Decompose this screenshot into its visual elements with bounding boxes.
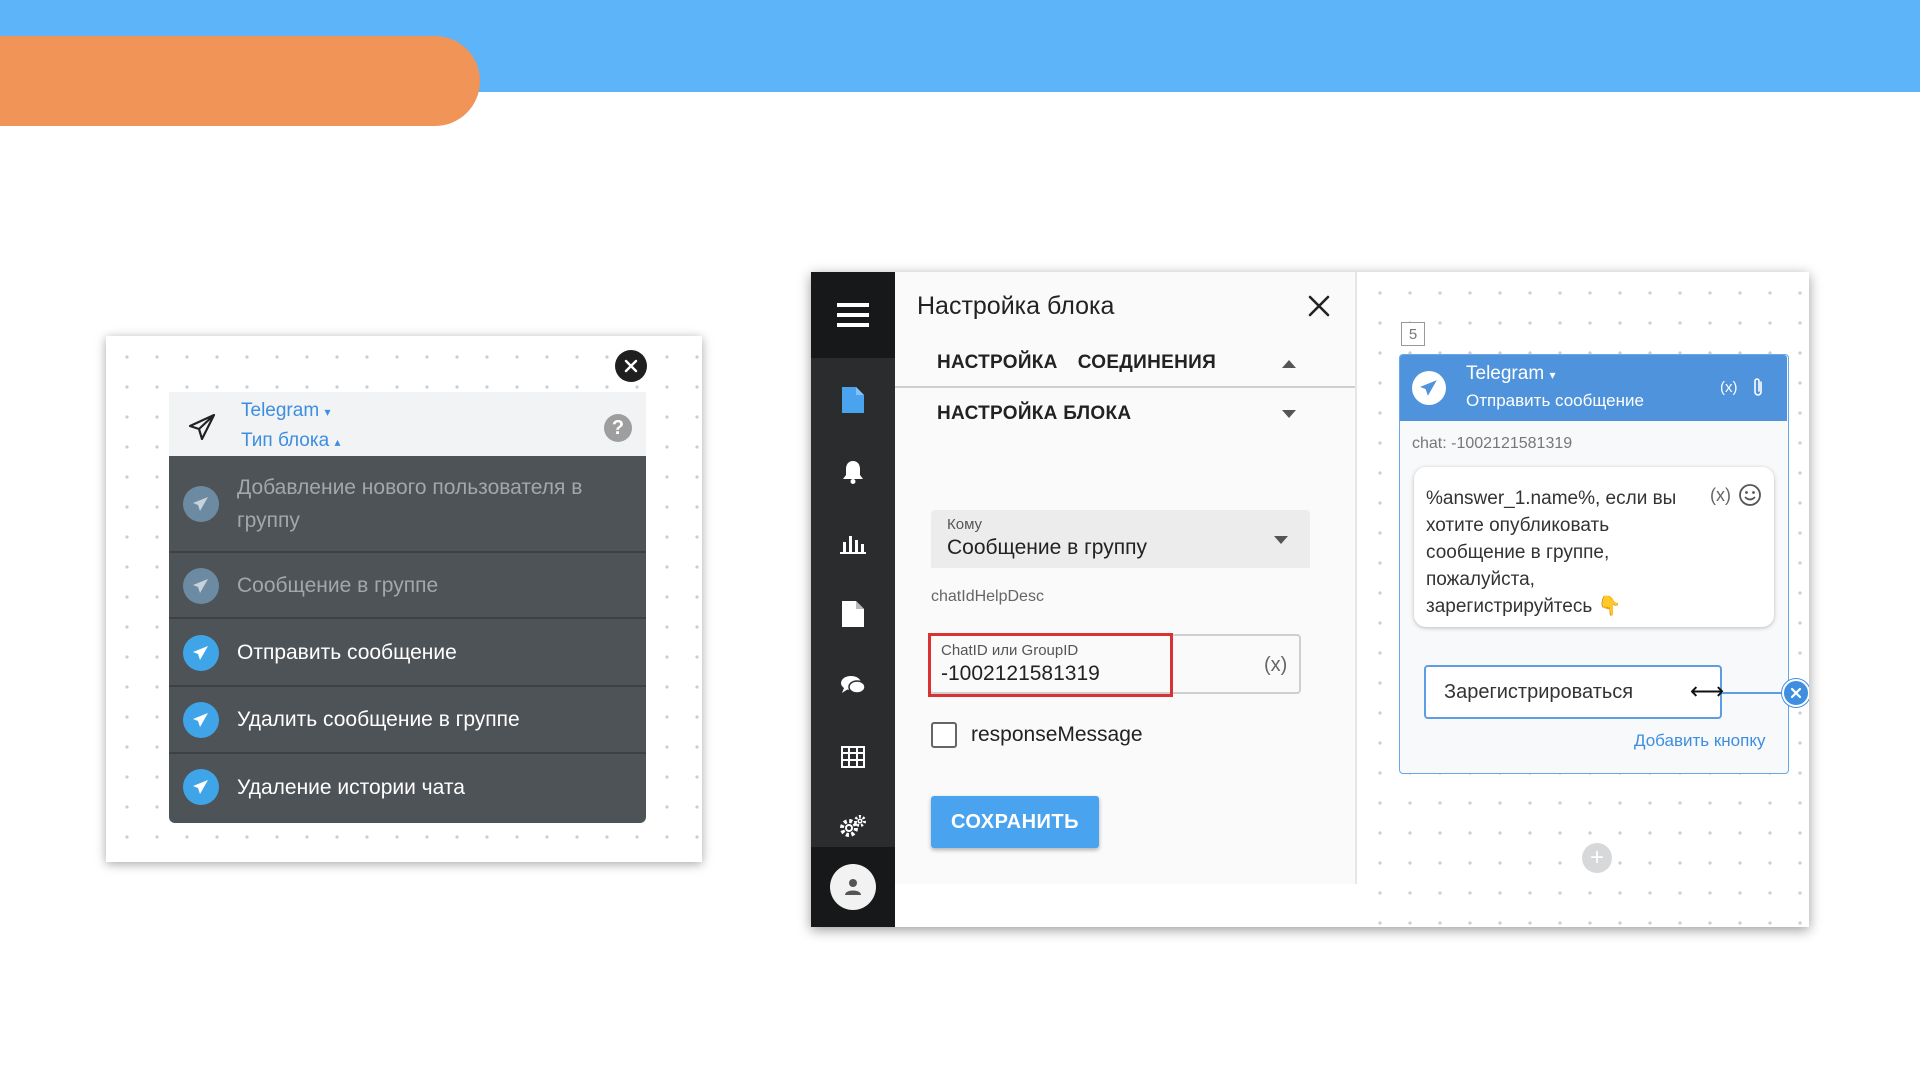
chat-id-field[interactable]: ChatID или GroupID -1002121581319 (x) [928,633,1301,697]
caret-down-icon: ▾ [324,405,331,419]
accordion-label-word2: СОЕДИНЕНИЯ [1077,352,1217,373]
node-number-badge: 5 [1401,322,1425,346]
node-channel-label: Telegram [1466,363,1545,384]
remove-button[interactable] [1782,679,1809,707]
side-rail [811,272,895,927]
rail-chat-button[interactable] [838,670,868,700]
menu-item-label: Сообщение в группе [237,573,439,597]
message-text: %answer_1.name%, если вы хотите опублико… [1426,488,1677,617]
recipient-select-label: Кому [947,516,983,533]
document-icon [842,387,864,413]
gear-icon [840,815,866,837]
app-window: Настройка блока НАСТРОЙКА СОЕДИНЕНИЯ НАСТ… [811,272,1809,927]
menu-item-delete-chat-history[interactable]: Удаление истории чата [169,754,646,821]
channel-dropdown[interactable]: Telegram ▾ [241,400,330,422]
panel-close-button[interactable] [1307,294,1335,322]
recipient-select-value: Сообщение в группу [947,536,1147,559]
plus-icon[interactable]: + [1582,843,1612,873]
close-icon [1790,687,1802,699]
chat-id-help-text: chatIdHelpDesc [931,588,1044,605]
caret-up-icon: ▴ [334,435,341,449]
node-variable-button[interactable]: (x) [1720,379,1738,396]
block-type-widget: Telegram ▾ Тип блока ▴ ? Добавление ново… [106,336,702,862]
telegram-icon [183,702,219,738]
flow-canvas[interactable]: 5 Telegram ▾ Отправить сообщение (x) cha… [1359,272,1809,927]
telegram-icon [183,769,219,805]
close-icon [1308,295,1330,317]
menu-item-label: Удалить сообщение в группе [237,708,520,731]
rail-file-button[interactable] [838,599,868,629]
menu-item-delete-group-message[interactable]: Удалить сообщение в группе [169,687,646,754]
menu-item-label: Добавление нового пользователя в группу [237,475,583,532]
rail-stats-button[interactable] [838,528,868,558]
rail-table-button[interactable] [838,742,868,772]
message-bubble[interactable]: %answer_1.name%, если вы хотите опублико… [1414,467,1774,627]
paperclip-icon[interactable] [1752,377,1764,402]
orange-title-tab [0,36,480,126]
block-type-label: Тип блока [241,430,330,451]
accordion-label-word1: НАСТРОЙКА [937,352,1058,373]
close-icon [624,359,638,373]
chat-id-field-label: ChatID или GroupID [941,642,1079,659]
emoji-icon[interactable] [1738,483,1762,507]
rail-bell-button[interactable] [838,457,868,487]
bar-chart-icon [840,536,866,554]
chevron-up-icon [1282,360,1296,368]
close-button[interactable] [615,350,647,382]
avatar[interactable] [830,864,876,910]
channel-label: Telegram [241,400,320,421]
chat-id-field-value: -1002121581319 [941,662,1100,685]
accordion-connection-settings[interactable]: НАСТРОЙКА СОЕДИНЕНИЯ [895,340,1355,388]
block-type-menu: Добавление нового пользователя в группу … [169,456,646,823]
rail-document-button[interactable] [838,385,868,415]
block-header: Telegram ▾ Тип блока ▴ ? [169,392,646,456]
chevron-down-icon [1282,410,1296,418]
menu-item-add-user[interactable]: Добавление нового пользователя в группу [169,456,646,553]
resize-cursor-icon: ⟷ [1690,678,1725,705]
menu-icon [837,303,869,327]
paper-plane-icon [188,413,216,441]
response-message-option: responseMessage [931,720,1143,750]
node-action-label: Отправить сообщение [1466,391,1644,410]
telegram-node[interactable]: Telegram ▾ Отправить сообщение (x) chat:… [1399,354,1809,873]
panel-title: Настройка блока [917,292,1115,320]
save-button[interactable]: СОХРАНИТЬ [931,796,1099,848]
block-type-dropdown[interactable]: Тип блока ▴ [241,430,340,452]
user-icon [845,879,861,895]
chat-meta-text: chat: -1002121581319 [1412,435,1573,452]
telegram-icon [183,635,219,671]
accordion-label: НАСТРОЙКА БЛОКА [937,403,1132,424]
accordion-block-settings[interactable]: НАСТРОЙКА БЛОКА [895,390,1355,438]
menu-item-send-message[interactable]: Отправить сообщение [169,619,646,687]
node-header: Telegram ▾ Отправить сообщение (x) [1400,355,1787,421]
caret-down-icon [1274,536,1288,544]
menu-item-label: Удаление истории чата [237,776,465,799]
response-message-checkbox[interactable] [931,722,957,748]
telegram-icon [1412,371,1446,405]
table-icon [841,746,865,768]
menu-item-label: Отправить сообщение [237,640,457,664]
rail-settings-button[interactable] [838,812,868,842]
message-variable-button[interactable]: (x) [1710,485,1731,506]
node-channel-dropdown[interactable]: Telegram ▾ [1466,363,1555,385]
recipient-select[interactable]: Кому Сообщение в группу [931,510,1310,568]
chat-icon [841,676,866,694]
response-message-label: responseMessage [971,723,1143,746]
menu-button[interactable] [811,272,895,358]
help-icon[interactable]: ? [604,414,632,442]
profile-area [811,847,895,927]
add-button-link[interactable]: Добавить кнопку [1634,731,1765,751]
caret-down-icon: ▾ [1549,368,1556,382]
settings-panel: Настройка блока НАСТРОЙКА СОЕДИНЕНИЯ НАСТ… [895,272,1357,884]
file-icon [842,601,864,627]
bell-icon [843,461,863,484]
variable-insert-button[interactable]: (x) [1264,654,1287,677]
inline-button-field[interactable]: Зарегистрироваться [1424,665,1722,719]
telegram-icon [183,568,219,604]
telegram-icon [183,486,219,522]
menu-item-group-message[interactable]: Сообщение в группе [169,553,646,619]
